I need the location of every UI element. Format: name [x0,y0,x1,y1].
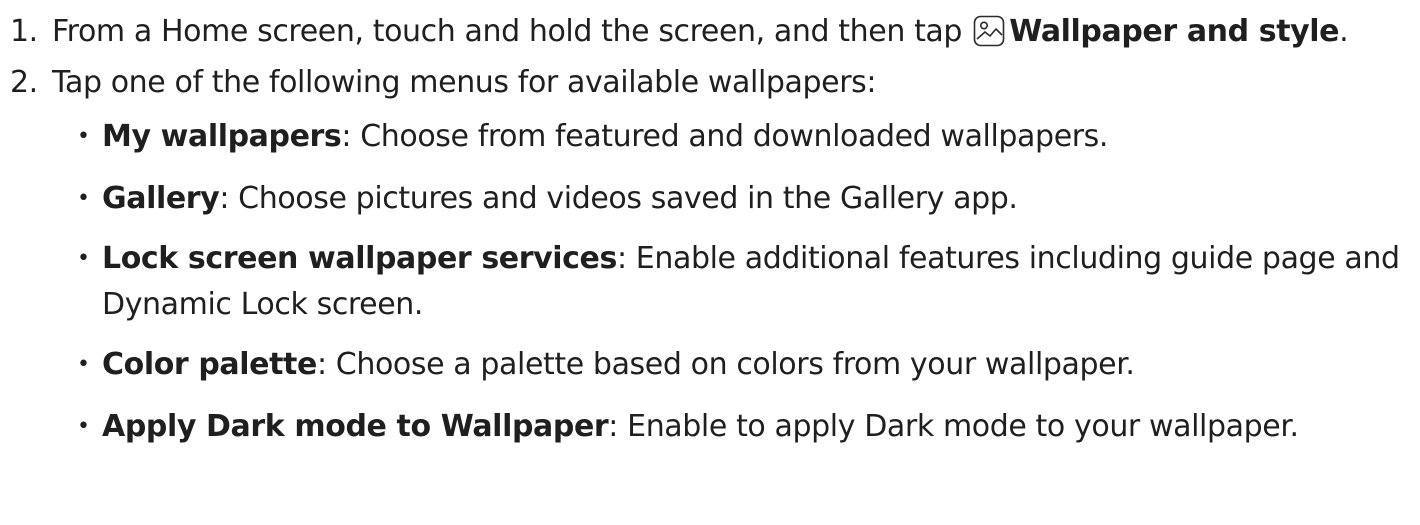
list-item-term: Apply Dark mode to Wallpaper [102,409,609,444]
list-item-gallery: Gallery: Choose pictures and videos save… [0,174,1402,224]
step-1: 1. From a Home screen, touch and hold th… [0,6,1420,57]
list-item-description: : Choose a palette based on colors from … [316,347,1135,382]
list-item-description: : Choose pictures and videos saved in th… [219,181,1018,216]
list-item-term: Lock screen wallpaper services [102,241,617,276]
list-item-color-palette: Color palette: Choose a palette based on… [0,340,1402,390]
instruction-document: 1. From a Home screen, touch and hold th… [0,0,1420,525]
step-1-period: . [1339,14,1349,49]
wallpaper-menu-list: My wallpapers: Choose from featured and … [0,112,1420,452]
step-2: 2. Tap one of the following menus for av… [0,57,1420,108]
list-item-term: My wallpapers [102,119,342,154]
list-item-term: Gallery [102,181,220,216]
step-1-text: From a Home screen, touch and hold the s… [52,14,963,49]
list-item-description: : Choose from featured and downloaded wa… [341,119,1109,154]
step-text: Tap one of the following menus for avail… [52,65,877,100]
step-number: 2. [10,65,38,100]
wallpaper-and-style-label: Wallpaper and style [1009,14,1340,49]
wallpaper-picture-icon [973,15,1005,47]
list-item-term: Color palette [102,347,317,382]
list-item-description: : Enable to apply Dark mode to your wall… [608,409,1299,444]
step-number: 1. [10,14,38,49]
list-item-apply-dark-mode: Apply Dark mode to Wallpaper: Enable to … [0,402,1402,452]
step-text: From a Home screen, touch and hold the s… [52,6,1402,57]
list-item-lock-screen-wallpaper-services: Lock screen wallpaper services: Enable a… [0,236,1402,328]
list-item-my-wallpapers: My wallpapers: Choose from featured and … [0,112,1402,162]
